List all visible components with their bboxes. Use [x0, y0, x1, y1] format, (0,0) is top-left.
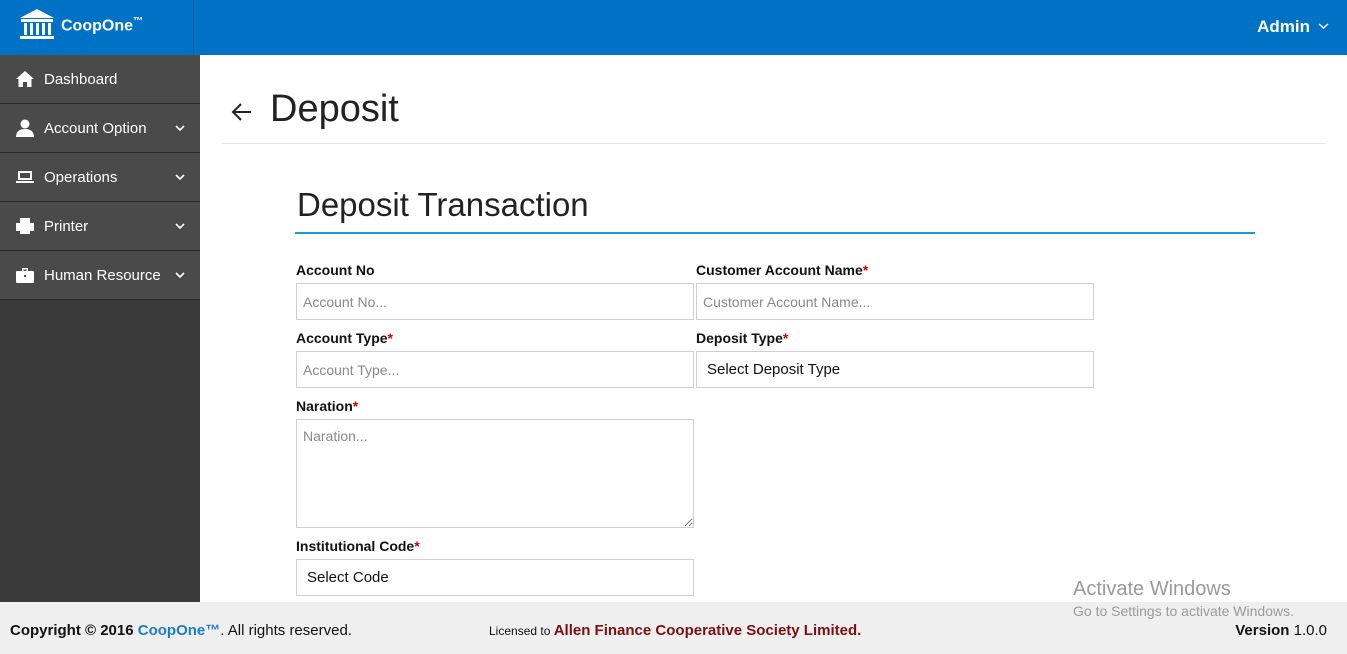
- sidebar-item-human-resource[interactable]: Human Resource: [0, 251, 200, 300]
- sidebar-item-label: Printer: [44, 217, 89, 235]
- version-info: Version 1.0.0: [1235, 622, 1327, 639]
- briefcase-icon: [14, 265, 36, 285]
- deposit-type-select[interactable]: Select Deposit Type: [696, 351, 1094, 388]
- copyright: Copyright © 2016 CoopOne™. All rights re…: [10, 622, 352, 639]
- account-no-label: Account No: [296, 262, 375, 278]
- section-divider: [295, 232, 1255, 234]
- sidebar-item-label: Account Option: [44, 119, 147, 137]
- account-type-input[interactable]: [296, 351, 694, 388]
- institutional-code-label: Institutional Code*: [296, 538, 420, 554]
- sidebar-item-printer[interactable]: Printer: [0, 202, 200, 251]
- sidebar-item-operations[interactable]: Operations: [0, 153, 200, 202]
- license-text: Licensed to Allen Finance Cooperative So…: [489, 622, 862, 639]
- sidebar-item-label: Human Resource: [44, 266, 161, 284]
- activate-windows-watermark: Activate Windows Go to Settings to activ…: [1073, 578, 1294, 619]
- chevron-down-icon: [174, 170, 186, 182]
- sidebar-item-account-option[interactable]: Account Option: [0, 104, 200, 153]
- user-menu[interactable]: Admin: [1257, 17, 1329, 37]
- laptop-icon: [14, 167, 36, 187]
- top-bar: CoopOne™ Admin: [0, 0, 1347, 55]
- customer-account-name-label: Customer Account Name*: [696, 262, 869, 278]
- user-icon: [14, 118, 36, 138]
- sidebar-item-label: Dashboard: [44, 70, 118, 88]
- back-arrow-icon[interactable]: [230, 100, 256, 126]
- footer-brand-link[interactable]: CoopOne™: [138, 622, 221, 639]
- chevron-down-icon: [174, 219, 186, 231]
- user-name: Admin: [1257, 17, 1310, 36]
- sidebar: Dashboard Account Option Operations Prin…: [0, 55, 200, 602]
- sidebar-item-dashboard[interactable]: Dashboard: [0, 55, 200, 104]
- account-no-input[interactable]: [296, 283, 694, 320]
- licensed-organization: Allen Finance Cooperative Society Limite…: [553, 622, 862, 639]
- sidebar-item-label: Operations: [44, 168, 118, 186]
- chevron-down-icon: [1318, 21, 1329, 33]
- brand-name: CoopOne™: [61, 15, 143, 35]
- customer-account-name-input[interactable]: [696, 283, 1094, 320]
- account-type-label: Account Type*: [296, 330, 393, 346]
- chevron-down-icon: [174, 121, 186, 133]
- naration-textarea[interactable]: [296, 419, 694, 528]
- bank-icon: [17, 5, 57, 50]
- printer-icon: [14, 216, 36, 236]
- naration-label: Naration*: [296, 398, 359, 414]
- institutional-code-select[interactable]: Select Code: [296, 559, 694, 596]
- section-title: Deposit Transaction: [297, 186, 589, 223]
- page-header: Deposit: [222, 88, 1326, 144]
- home-icon: [14, 69, 36, 89]
- brand[interactable]: CoopOne™: [0, 0, 194, 55]
- main-content: Deposit Deposit Transaction Account No C…: [200, 55, 1347, 602]
- page-title: Deposit: [270, 88, 399, 130]
- deposit-type-label: Deposit Type*: [696, 330, 789, 346]
- chevron-down-icon: [174, 268, 186, 280]
